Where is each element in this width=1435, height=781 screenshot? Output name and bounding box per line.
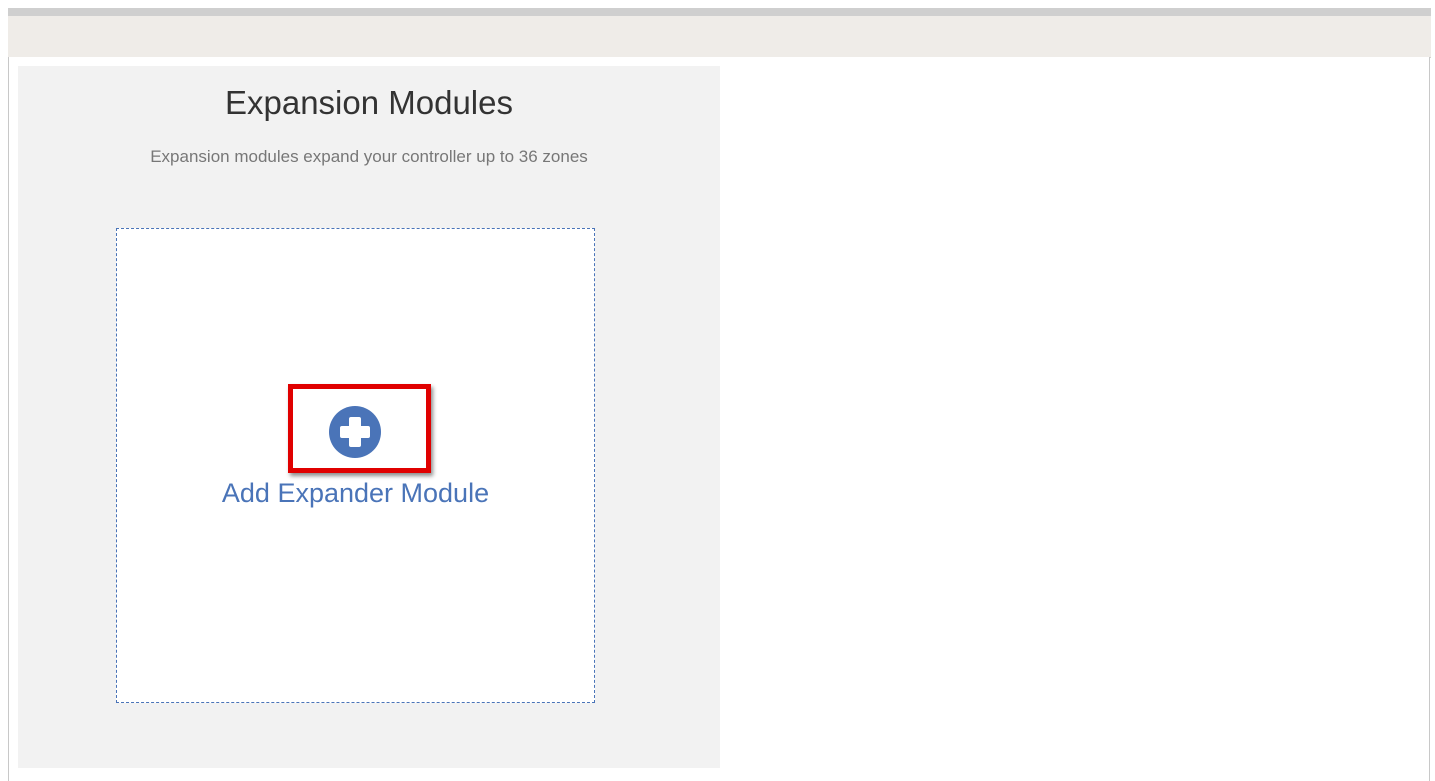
panel-subtitle: Expansion modules expand your controller…: [150, 147, 588, 166]
header-bar: [8, 16, 1431, 58]
window-top-edge: [0, 0, 1435, 8]
panel-title: Expansion Modules: [224, 84, 513, 121]
plus-circle-icon[interactable]: [329, 406, 381, 458]
add-expander-module-link[interactable]: Add Expander Module: [116, 478, 595, 509]
scroll-indicator-bar: [8, 8, 1431, 16]
